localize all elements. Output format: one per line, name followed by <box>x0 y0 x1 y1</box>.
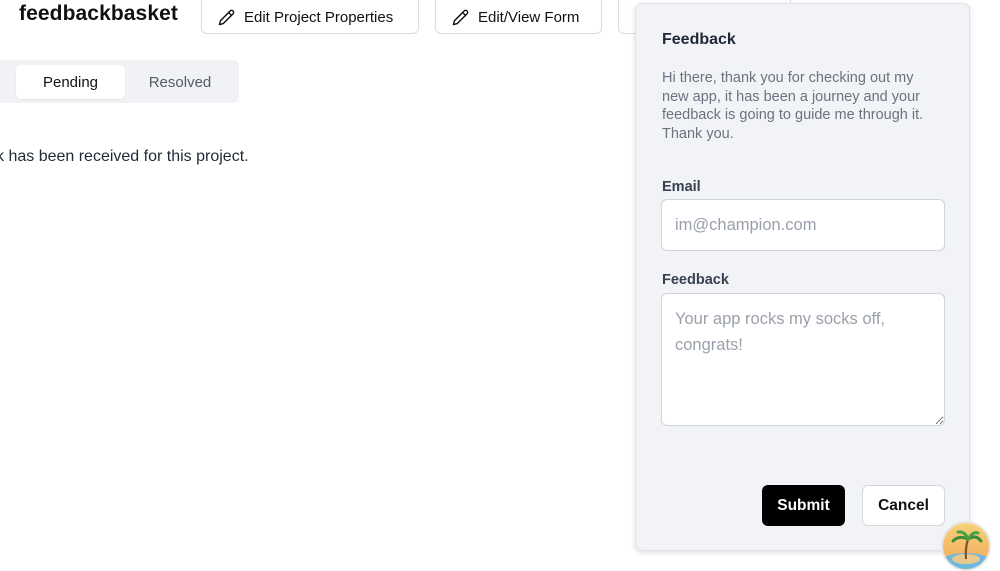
palm-tree-avatar-icon <box>943 523 989 569</box>
status-tab-bar: Pending Resolved <box>0 60 239 103</box>
pencil-icon <box>218 9 235 25</box>
submit-button[interactable]: Submit <box>762 485 845 526</box>
tab-pending[interactable]: Pending <box>16 65 125 99</box>
edit-view-form-label: Edit/View Form <box>478 8 580 26</box>
email-field[interactable] <box>661 199 945 251</box>
feedback-panel-description: Hi there, thank you for checking out my … <box>662 70 924 142</box>
feedback-textarea[interactable] <box>661 293 945 426</box>
avatar[interactable] <box>941 521 991 571</box>
tab-resolved[interactable]: Resolved <box>128 65 232 99</box>
edit-view-form-button[interactable]: Edit/View Form <box>435 0 602 34</box>
feedback-label: Feedback <box>662 272 729 288</box>
pencil-icon <box>452 9 469 25</box>
edit-project-properties-button[interactable]: Edit Project Properties <box>201 0 419 34</box>
email-label: Email <box>662 179 701 195</box>
feedback-panel: Feedback Hi there, thank you for checkin… <box>635 3 970 551</box>
empty-state-message: k has been received for this project. <box>0 148 249 165</box>
edit-project-properties-label: Edit Project Properties <box>244 8 394 26</box>
feedback-panel-title: Feedback <box>662 31 736 48</box>
cancel-button[interactable]: Cancel <box>862 485 945 526</box>
project-title: feedbackbasket <box>19 2 178 25</box>
